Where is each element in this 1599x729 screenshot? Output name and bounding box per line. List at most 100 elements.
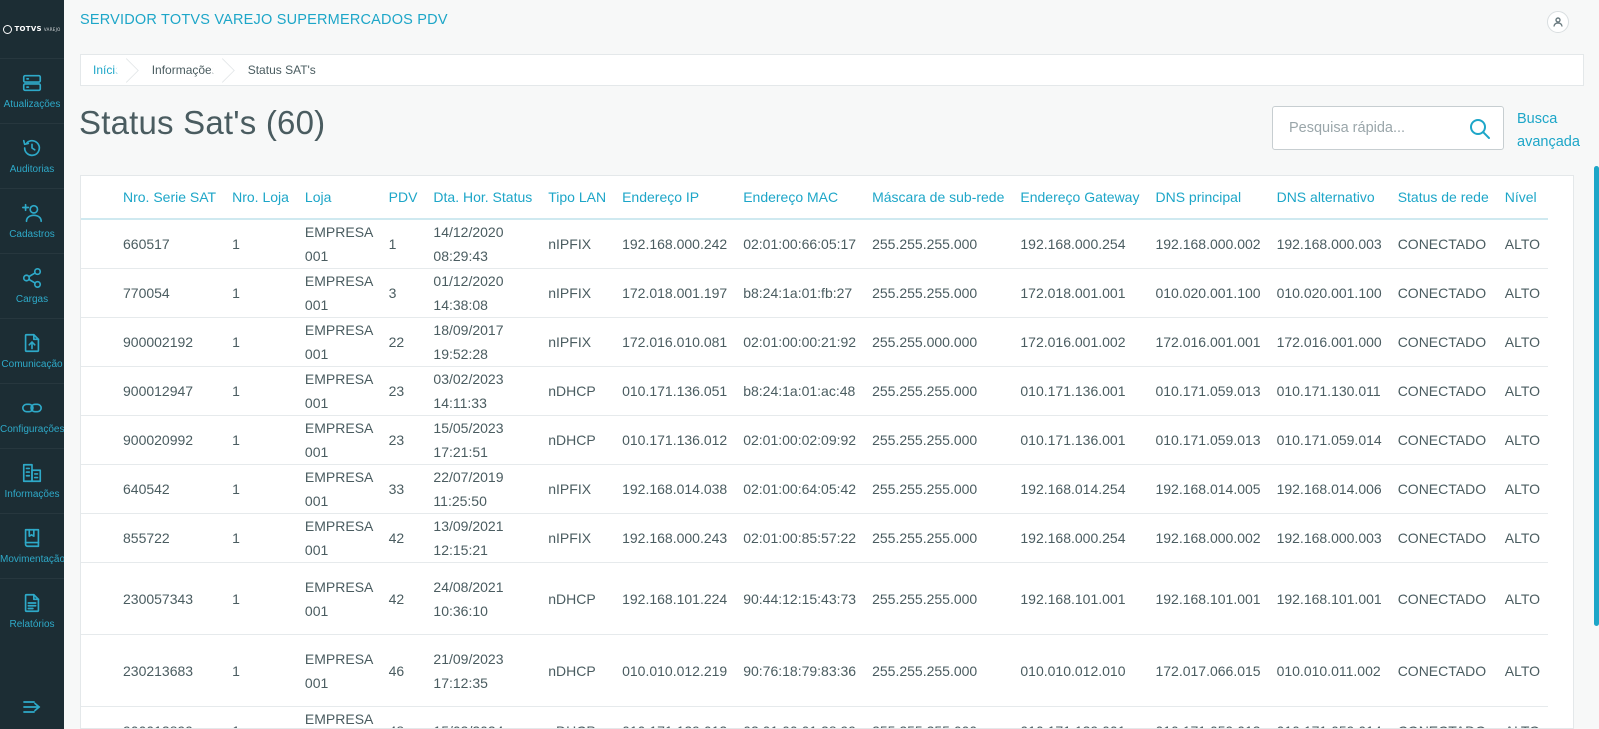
table-cell: 02:01:00:00:21:92 xyxy=(735,317,865,367)
table-cell: 192.168.101.001 xyxy=(1268,562,1390,635)
sidebar-item-comunicacao[interactable]: Comunicação xyxy=(0,318,64,383)
table-cell: 48 xyxy=(380,706,426,728)
table-cell: 02:01:00:64:05:42 xyxy=(735,464,865,514)
table-cell: 255.255.255.000 xyxy=(864,366,1013,416)
table-cell: 42 xyxy=(380,513,426,563)
table-cell: EMPRESA 001 xyxy=(296,317,381,367)
table-row[interactable]: 640542 1 EMPRESA 001 33 22/07/2019 11:25:50 nI… xyxy=(81,464,1549,514)
table-cell: 192.168.014.254 xyxy=(1012,464,1148,514)
table-cell: 1 xyxy=(224,219,297,269)
sidebar-collapse-button[interactable] xyxy=(0,699,64,715)
table-cell: 172.016.010.081 xyxy=(614,317,736,367)
search-input[interactable] xyxy=(1289,120,1469,136)
table-cell: 255.255.255.000 xyxy=(864,415,1013,465)
page-scrollbar[interactable] xyxy=(1594,166,1599,626)
column-header[interactable]: DNS principal xyxy=(1147,176,1269,220)
history-icon xyxy=(22,139,41,157)
table-row[interactable]: 770054 1 EMPRESA 001 3 01/12/2020 14:38:08 nIP… xyxy=(81,268,1549,318)
table-cell: 255.255.255.000 xyxy=(864,513,1013,563)
table-cell: 03/02/2023 14:11:33 xyxy=(425,366,541,416)
table-cell: 255.255.255.000 xyxy=(864,464,1013,514)
table-cell: nIPFIX xyxy=(540,513,615,563)
table-cell: 172.016.001.001 xyxy=(1147,317,1269,367)
sidebar-item-configuracoes[interactable]: Configurações xyxy=(0,383,64,448)
table-row[interactable]: 900020992 1 EMPRESA 001 23 15/05/2023 17:21:5… xyxy=(81,415,1549,465)
table-cell: ALTO xyxy=(1496,219,1549,269)
table-cell: 172.018.001.001 xyxy=(1012,268,1148,318)
table-cell: 22/07/2019 11:25:50 xyxy=(425,464,541,514)
breadcrumb-informacoes[interactable]: Informações xyxy=(132,55,228,85)
column-header[interactable]: PDV xyxy=(380,176,426,220)
sidebar-item-atualizacoes[interactable]: Atualizações xyxy=(0,58,64,123)
expand-menu-icon xyxy=(23,701,41,713)
table-cell: 900012947 xyxy=(81,366,225,416)
table-cell: 33 xyxy=(380,464,426,514)
table-cell: 46 xyxy=(380,634,426,707)
table-body: 660517 1 EMPRESA 001 1 14/12/2020 08:29:43 nIP… xyxy=(81,219,1549,728)
table-cell: 010.171.059.013 xyxy=(1147,415,1269,465)
table-cell: 010.171.130.011 xyxy=(1268,366,1390,416)
table-row[interactable]: 900012947 1 EMPRESA 001 23 03/02/2023 14:11:3… xyxy=(81,366,1549,416)
column-header[interactable]: DNS alternativo xyxy=(1268,176,1390,220)
table-cell: 192.168.000.003 xyxy=(1268,219,1390,269)
table-cell: 230057343 xyxy=(81,562,225,635)
table-cell: nDHCP xyxy=(540,366,615,416)
table-cell: 14/12/2020 08:29:43 xyxy=(425,219,541,269)
user-menu-button[interactable] xyxy=(1547,11,1569,33)
table-cell: 010.171.059.014 xyxy=(1268,706,1390,728)
table-cell: ALTO xyxy=(1496,513,1549,563)
column-header[interactable]: Dta. Hor. Status xyxy=(425,176,541,220)
table-cell: 192.168.014.038 xyxy=(614,464,736,514)
table-cell: ALTO xyxy=(1496,268,1549,318)
table-cell: nDHCP xyxy=(540,415,615,465)
table-cell: 1 xyxy=(224,513,297,563)
column-header[interactable]: Máscara de sub-rede xyxy=(864,176,1013,220)
breadcrumb-inicio[interactable]: Início xyxy=(81,55,132,85)
search-icon[interactable] xyxy=(1469,118,1491,140)
table-cell: 02:01:00:01:28:99 xyxy=(735,706,865,728)
table-row[interactable]: 9000128991EMPRESA 0014815/03/2024nDHCP01… xyxy=(81,706,1549,728)
sidebar-item-auditorias[interactable]: Auditorias xyxy=(0,123,64,188)
quick-search xyxy=(1272,106,1504,150)
table-cell: nIPFIX xyxy=(540,464,615,514)
column-header[interactable]: Loja xyxy=(296,176,381,220)
table-cell: 1 xyxy=(380,219,426,269)
table-row[interactable]: 230057343 1 EMPRESA 001 42 24/08/2021 10:36:1… xyxy=(81,562,1549,635)
advanced-search-link[interactable]: Busca avançada xyxy=(1517,108,1587,154)
column-header[interactable]: Nro. Serie SAT xyxy=(81,176,225,220)
column-header[interactable]: Nível xyxy=(1496,176,1549,220)
table-cell: 1 xyxy=(224,562,297,635)
table-cell: EMPRESA 001 xyxy=(296,513,381,563)
table-cell: CONECTADO xyxy=(1389,415,1497,465)
table-cell: CONECTADO xyxy=(1389,219,1497,269)
sidebar-item-cadastros[interactable]: Cadastros xyxy=(0,188,64,253)
table-row[interactable]: 900002192 1 EMPRESA 001 22 18/09/2017 19:52:2… xyxy=(81,317,1549,367)
table-cell: 23 xyxy=(380,366,426,416)
sidebar-item-cargas[interactable]: Cargas xyxy=(0,253,64,318)
sidebar-item-movimentacao[interactable]: Movimentação xyxy=(0,513,64,578)
table-row[interactable]: 855722 1 EMPRESA 001 42 13/09/2021 12:15:21 nI… xyxy=(81,513,1549,563)
table-cell: 010.171.136.001 xyxy=(1012,366,1148,416)
table-header-row: Nro. Serie SAT Nro. Loja Loja PDV Dta. H… xyxy=(81,176,1549,220)
table-cell: 255.255.255.000 xyxy=(864,634,1013,707)
sidebar-item-informacoes[interactable]: Informações xyxy=(0,448,64,513)
table-cell: CONECTADO xyxy=(1389,706,1497,728)
table-cell: 192.168.101.001 xyxy=(1147,562,1269,635)
column-header[interactable]: Status de rede xyxy=(1389,176,1497,220)
column-header[interactable]: Tipo LAN xyxy=(540,176,615,220)
table-cell: nDHCP xyxy=(540,562,615,635)
table-cell: 010.020.001.100 xyxy=(1147,268,1269,318)
column-header[interactable]: Endereço MAC xyxy=(735,176,865,220)
book-icon xyxy=(24,528,40,548)
sidebar-item-relatorios[interactable]: Relatórios xyxy=(0,578,64,643)
column-header[interactable]: Nro. Loja xyxy=(224,176,297,220)
table-cell: nDHCP xyxy=(540,706,615,728)
column-header[interactable]: Endereço IP xyxy=(614,176,736,220)
table-row[interactable]: 660517 1 EMPRESA 001 1 14/12/2020 08:29:43 nIP… xyxy=(81,219,1549,269)
table-cell: EMPRESA 001 xyxy=(296,268,381,318)
table-cell: CONECTADO xyxy=(1389,317,1497,367)
table-row[interactable]: 230213683 1 EMPRESA 001 46 21/09/2023 17:12:3… xyxy=(81,634,1549,707)
table-cell: 192.168.000.254 xyxy=(1012,513,1148,563)
sidebar-item-label: Cadastros xyxy=(9,229,55,240)
column-header[interactable]: Endereço Gateway xyxy=(1012,176,1148,220)
